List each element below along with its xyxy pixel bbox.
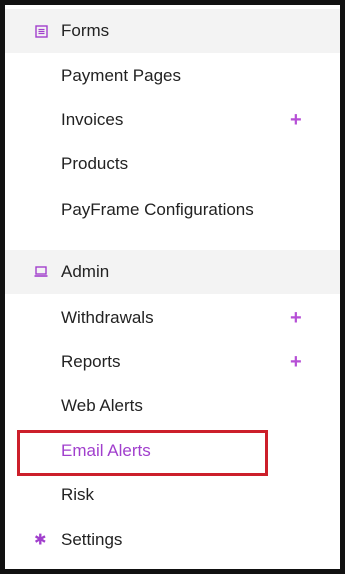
- nav-item-web-alerts[interactable]: Web Alerts: [5, 386, 340, 426]
- section-admin[interactable]: Admin: [5, 250, 340, 294]
- add-withdrawal-plus-icon[interactable]: +: [290, 308, 302, 328]
- nav-item-settings[interactable]: ✱ Settings: [5, 520, 340, 560]
- nav-item-reports[interactable]: Reports +: [5, 342, 340, 382]
- nav-item-label: Invoices: [61, 110, 124, 129]
- add-invoice-plus-icon[interactable]: +: [290, 110, 302, 130]
- section-admin-label: Admin: [61, 262, 110, 281]
- nav-item-products[interactable]: Products: [5, 144, 340, 184]
- section-forms[interactable]: Forms: [5, 9, 340, 53]
- nav-item-label: Reports: [61, 352, 121, 371]
- add-report-plus-icon[interactable]: +: [290, 352, 302, 372]
- sidebar-nav: Forms Payment Pages Invoices + Products …: [0, 0, 345, 574]
- nav-item-payment-pages[interactable]: Payment Pages: [5, 56, 340, 96]
- gear-icon: ✱: [34, 531, 47, 549]
- nav-item-label: Web Alerts: [61, 396, 143, 415]
- nav-item-label: PayFrame Configurations: [61, 200, 254, 219]
- laptop-icon: [34, 265, 48, 279]
- nav-item-label: Products: [61, 154, 129, 173]
- nav-item-withdrawals[interactable]: Withdrawals +: [5, 298, 340, 338]
- section-forms-label: Forms: [61, 21, 110, 40]
- nav-item-label: Payment Pages: [61, 66, 182, 85]
- nav-item-label: Settings: [61, 530, 123, 549]
- nav-item-payframe-configurations[interactable]: PayFrame Configurations: [5, 190, 340, 230]
- highlight-annotation-box: [17, 430, 268, 476]
- nav-item-risk[interactable]: Risk: [5, 475, 340, 515]
- nav-item-invoices[interactable]: Invoices +: [5, 100, 340, 140]
- nav-item-label: Risk: [61, 485, 95, 504]
- forms-icon: [34, 24, 48, 38]
- nav-item-label: Withdrawals: [61, 308, 154, 327]
